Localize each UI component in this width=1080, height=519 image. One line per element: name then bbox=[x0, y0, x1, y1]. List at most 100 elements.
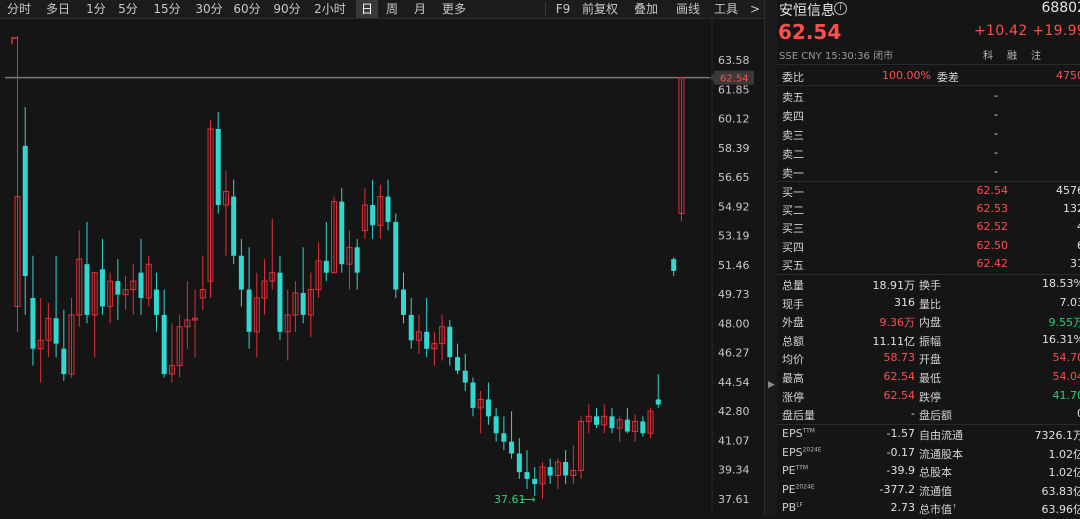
period-tab[interactable]: 30分 bbox=[190, 0, 228, 18]
fund-label-text: PE bbox=[782, 464, 796, 477]
candle-body bbox=[393, 222, 398, 290]
stat-value: 9.36万 bbox=[880, 314, 916, 330]
price-tick-label: 39.34 bbox=[718, 464, 750, 477]
stat-label: 均价 bbox=[782, 351, 804, 367]
ask-level-label: 卖五 bbox=[782, 89, 804, 105]
period-tab[interactable]: 2小时 bbox=[308, 0, 352, 18]
candle-body bbox=[100, 269, 105, 306]
info-icon[interactable]: i bbox=[834, 2, 847, 15]
candle-body bbox=[463, 371, 468, 383]
candle-body bbox=[23, 146, 28, 276]
superscript: TTM bbox=[803, 427, 815, 434]
period-tab[interactable]: 5分 bbox=[112, 0, 144, 18]
bid-level-label: 买四 bbox=[782, 239, 804, 255]
price-tick-label: 48.00 bbox=[718, 317, 750, 330]
price-tick-label: 46.27 bbox=[718, 347, 750, 360]
candle-body bbox=[216, 129, 221, 205]
candle-body bbox=[532, 479, 537, 484]
stat-label: 盘后额 bbox=[919, 407, 952, 423]
toolbar-tool-button[interactable]: 叠加 bbox=[628, 0, 664, 18]
candle-body bbox=[231, 197, 236, 256]
ask-level-label: 卖一 bbox=[782, 165, 804, 181]
fund-label: PETTM bbox=[782, 464, 808, 477]
toolbar-tool-button[interactable]: 画线 bbox=[670, 0, 706, 18]
fund-value: -377.2 bbox=[880, 483, 915, 496]
fund-value: 63.96亿 bbox=[1042, 501, 1080, 515]
toolbar-tool-button[interactable]: 工具 bbox=[708, 0, 744, 18]
toolbar-tool-button[interactable]: F9 bbox=[550, 0, 576, 18]
chevron-right-icon[interactable]: ▶ bbox=[768, 380, 775, 390]
kline-chart-svg[interactable]: 63.5861.8560.1258.3956.6554.9253.1951.46… bbox=[0, 19, 765, 515]
more-arrow-icon[interactable]: > bbox=[748, 0, 762, 18]
fund-value: 2.73 bbox=[891, 501, 916, 514]
stat-value: 41.70 bbox=[1053, 389, 1080, 402]
stat-label: 跌停 bbox=[919, 389, 941, 405]
tag-registration[interactable]: 注 bbox=[1031, 47, 1041, 62]
stat-label: 盘后量 bbox=[782, 407, 815, 423]
stat-value: 16.31% bbox=[1042, 333, 1080, 346]
period-tab[interactable]: 日 bbox=[356, 0, 378, 18]
stat-label: 现手 bbox=[782, 296, 804, 312]
period-tab[interactable]: 多日 bbox=[38, 0, 78, 18]
fund-label: 总市值↑ bbox=[919, 501, 957, 515]
price-tick-label: 41.07 bbox=[718, 434, 750, 447]
candle-body bbox=[470, 383, 475, 408]
tag-star-market[interactable]: 科 bbox=[983, 47, 993, 62]
candle-body bbox=[162, 315, 167, 374]
bid-price: 62.54 bbox=[977, 184, 1009, 197]
candle-body bbox=[563, 462, 568, 476]
divider bbox=[777, 181, 1080, 182]
price-tick-label: 60.12 bbox=[718, 113, 750, 126]
fund-label-text: EPS bbox=[782, 446, 803, 459]
superscript: ↑ bbox=[952, 503, 957, 510]
candle-body bbox=[640, 421, 645, 433]
candle-body bbox=[455, 357, 460, 371]
period-tab[interactable]: 90分 bbox=[268, 0, 306, 18]
candle-body bbox=[625, 420, 630, 432]
panel-collapse-handle[interactable]: ▶ bbox=[764, 0, 778, 515]
tag-margin[interactable]: 融 bbox=[1007, 47, 1017, 62]
stat-value: 9.55万 bbox=[1049, 314, 1080, 330]
period-tab[interactable]: 1分 bbox=[80, 0, 112, 18]
stat-value: 62.54 bbox=[884, 370, 916, 383]
divider bbox=[777, 64, 1080, 65]
market-status: 闭市 bbox=[873, 51, 893, 62]
stat-label: 外盘 bbox=[782, 314, 804, 330]
period-tab[interactable]: 分时 bbox=[3, 0, 35, 18]
period-tab[interactable]: 60分 bbox=[228, 0, 266, 18]
toolbar-tool-button[interactable]: 前复权 bbox=[578, 0, 622, 18]
superscript: LF bbox=[796, 501, 803, 508]
ratio-value: 100.00% bbox=[882, 69, 931, 82]
stat-label: 内盘 bbox=[919, 314, 941, 330]
change-amount: +10.42 bbox=[974, 23, 1028, 39]
candle-body bbox=[409, 315, 414, 340]
current-price-tag: 62.54 bbox=[720, 74, 749, 85]
candle-body bbox=[656, 399, 661, 404]
stat-label: 涨停 bbox=[782, 389, 804, 405]
exchange: SSE bbox=[779, 51, 798, 62]
bid-price: 62.42 bbox=[977, 257, 1009, 270]
period-tab[interactable]: 15分 bbox=[148, 0, 186, 18]
period-tab[interactable]: 更多 bbox=[436, 0, 472, 18]
candle-body bbox=[386, 197, 391, 222]
candle-body bbox=[61, 349, 66, 374]
price-tick-label: 44.54 bbox=[718, 376, 750, 389]
fund-value: -39.9 bbox=[887, 464, 915, 477]
stat-label: 量比 bbox=[919, 296, 941, 312]
ratio-label: 委比 bbox=[782, 69, 804, 85]
price-change: +10.42 +19.99 bbox=[974, 23, 1080, 39]
stat-value: 62.54 bbox=[884, 389, 916, 402]
period-tab[interactable]: 月 bbox=[406, 0, 434, 18]
price-tick-label: 56.65 bbox=[718, 171, 750, 184]
fund-label-text: 流通股本 bbox=[919, 448, 963, 461]
period-tab[interactable]: 周 bbox=[380, 0, 404, 18]
price-tick-label: 49.73 bbox=[718, 288, 750, 301]
candle-body bbox=[424, 332, 429, 349]
stat-label: 总额 bbox=[782, 333, 804, 349]
candle-body bbox=[84, 264, 89, 315]
change-percent: +19.99 bbox=[1032, 23, 1080, 39]
price-tick-label: 58.39 bbox=[718, 142, 750, 155]
candle-body bbox=[139, 273, 144, 298]
stat-value: 18.53% bbox=[1042, 277, 1080, 290]
kline-chart[interactable]: 63.5861.8560.1258.3956.6554.9253.1951.46… bbox=[0, 19, 765, 515]
